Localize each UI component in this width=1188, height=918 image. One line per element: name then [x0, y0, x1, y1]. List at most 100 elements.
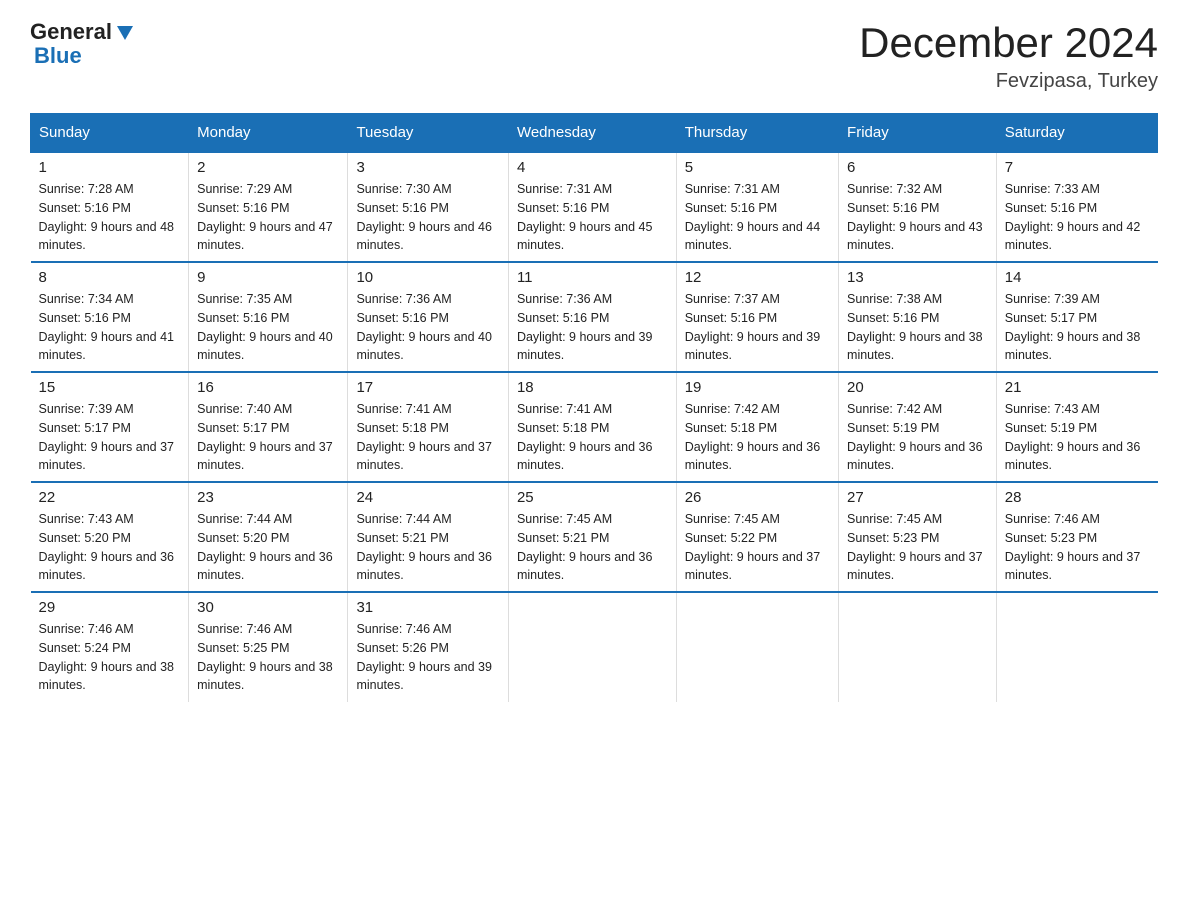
week-row-2: 8 Sunrise: 7:34 AM Sunset: 5:16 PM Dayli… [31, 262, 1158, 372]
weekday-header-row: SundayMondayTuesdayWednesdayThursdayFrid… [31, 114, 1158, 153]
day-cell: 15 Sunrise: 7:39 AM Sunset: 5:17 PM Dayl… [31, 372, 189, 482]
day-cell: 22 Sunrise: 7:43 AM Sunset: 5:20 PM Dayl… [31, 482, 189, 592]
day-number: 4 [517, 159, 668, 176]
day-cell [508, 592, 676, 702]
day-number: 13 [847, 269, 988, 286]
weekday-header-friday: Friday [839, 114, 997, 153]
day-info: Sunrise: 7:30 AM Sunset: 5:16 PM Dayligh… [356, 180, 500, 255]
day-cell: 18 Sunrise: 7:41 AM Sunset: 5:18 PM Dayl… [508, 372, 676, 482]
day-cell: 17 Sunrise: 7:41 AM Sunset: 5:18 PM Dayl… [348, 372, 509, 482]
week-row-3: 15 Sunrise: 7:39 AM Sunset: 5:17 PM Dayl… [31, 372, 1158, 482]
day-info: Sunrise: 7:46 AM Sunset: 5:25 PM Dayligh… [197, 620, 339, 695]
day-number: 11 [517, 269, 668, 286]
day-info: Sunrise: 7:44 AM Sunset: 5:21 PM Dayligh… [356, 510, 500, 585]
day-info: Sunrise: 7:34 AM Sunset: 5:16 PM Dayligh… [39, 290, 181, 365]
day-info: Sunrise: 7:46 AM Sunset: 5:24 PM Dayligh… [39, 620, 181, 695]
day-number: 18 [517, 379, 668, 396]
day-cell: 11 Sunrise: 7:36 AM Sunset: 5:16 PM Dayl… [508, 262, 676, 372]
day-info: Sunrise: 7:42 AM Sunset: 5:18 PM Dayligh… [685, 400, 830, 475]
day-info: Sunrise: 7:45 AM Sunset: 5:21 PM Dayligh… [517, 510, 668, 585]
day-number: 21 [1005, 379, 1150, 396]
day-number: 17 [356, 379, 500, 396]
day-number: 1 [39, 159, 181, 176]
day-number: 22 [39, 489, 181, 506]
day-cell: 9 Sunrise: 7:35 AM Sunset: 5:16 PM Dayli… [189, 262, 348, 372]
calendar-body: 1 Sunrise: 7:28 AM Sunset: 5:16 PM Dayli… [31, 152, 1158, 702]
day-info: Sunrise: 7:31 AM Sunset: 5:16 PM Dayligh… [685, 180, 830, 255]
day-cell [839, 592, 997, 702]
day-cell: 25 Sunrise: 7:45 AM Sunset: 5:21 PM Dayl… [508, 482, 676, 592]
day-cell: 12 Sunrise: 7:37 AM Sunset: 5:16 PM Dayl… [676, 262, 838, 372]
day-cell: 20 Sunrise: 7:42 AM Sunset: 5:19 PM Dayl… [839, 372, 997, 482]
day-number: 26 [685, 489, 830, 506]
day-info: Sunrise: 7:46 AM Sunset: 5:23 PM Dayligh… [1005, 510, 1150, 585]
logo: General Blue [30, 20, 136, 68]
day-info: Sunrise: 7:36 AM Sunset: 5:16 PM Dayligh… [517, 290, 668, 365]
day-info: Sunrise: 7:35 AM Sunset: 5:16 PM Dayligh… [197, 290, 339, 365]
day-info: Sunrise: 7:40 AM Sunset: 5:17 PM Dayligh… [197, 400, 339, 475]
day-number: 30 [197, 599, 339, 616]
day-info: Sunrise: 7:38 AM Sunset: 5:16 PM Dayligh… [847, 290, 988, 365]
day-cell [996, 592, 1157, 702]
day-info: Sunrise: 7:44 AM Sunset: 5:20 PM Dayligh… [197, 510, 339, 585]
page-header: General Blue December 2024 Fevzipasa, Tu… [30, 20, 1158, 93]
day-cell: 2 Sunrise: 7:29 AM Sunset: 5:16 PM Dayli… [189, 152, 348, 262]
day-info: Sunrise: 7:43 AM Sunset: 5:20 PM Dayligh… [39, 510, 181, 585]
day-number: 31 [356, 599, 500, 616]
day-cell: 5 Sunrise: 7:31 AM Sunset: 5:16 PM Dayli… [676, 152, 838, 262]
day-cell: 24 Sunrise: 7:44 AM Sunset: 5:21 PM Dayl… [348, 482, 509, 592]
day-info: Sunrise: 7:28 AM Sunset: 5:16 PM Dayligh… [39, 180, 181, 255]
day-info: Sunrise: 7:41 AM Sunset: 5:18 PM Dayligh… [517, 400, 668, 475]
day-cell: 6 Sunrise: 7:32 AM Sunset: 5:16 PM Dayli… [839, 152, 997, 262]
weekday-header-monday: Monday [189, 114, 348, 153]
day-number: 20 [847, 379, 988, 396]
day-cell: 19 Sunrise: 7:42 AM Sunset: 5:18 PM Dayl… [676, 372, 838, 482]
day-cell: 16 Sunrise: 7:40 AM Sunset: 5:17 PM Dayl… [189, 372, 348, 482]
day-cell [676, 592, 838, 702]
weekday-header-saturday: Saturday [996, 114, 1157, 153]
day-number: 2 [197, 159, 339, 176]
day-number: 3 [356, 159, 500, 176]
day-info: Sunrise: 7:31 AM Sunset: 5:16 PM Dayligh… [517, 180, 668, 255]
day-number: 28 [1005, 489, 1150, 506]
logo-general-text: General [30, 20, 112, 44]
day-cell: 13 Sunrise: 7:38 AM Sunset: 5:16 PM Dayl… [839, 262, 997, 372]
weekday-header-wednesday: Wednesday [508, 114, 676, 153]
day-info: Sunrise: 7:39 AM Sunset: 5:17 PM Dayligh… [39, 400, 181, 475]
day-number: 5 [685, 159, 830, 176]
day-number: 6 [847, 159, 988, 176]
day-info: Sunrise: 7:42 AM Sunset: 5:19 PM Dayligh… [847, 400, 988, 475]
day-number: 9 [197, 269, 339, 286]
week-row-4: 22 Sunrise: 7:43 AM Sunset: 5:20 PM Dayl… [31, 482, 1158, 592]
day-info: Sunrise: 7:43 AM Sunset: 5:19 PM Dayligh… [1005, 400, 1150, 475]
day-info: Sunrise: 7:32 AM Sunset: 5:16 PM Dayligh… [847, 180, 988, 255]
day-number: 15 [39, 379, 181, 396]
day-number: 12 [685, 269, 830, 286]
day-cell: 1 Sunrise: 7:28 AM Sunset: 5:16 PM Dayli… [31, 152, 189, 262]
day-number: 8 [39, 269, 181, 286]
day-number: 27 [847, 489, 988, 506]
day-cell: 23 Sunrise: 7:44 AM Sunset: 5:20 PM Dayl… [189, 482, 348, 592]
day-cell: 3 Sunrise: 7:30 AM Sunset: 5:16 PM Dayli… [348, 152, 509, 262]
logo-blue-text: Blue [34, 44, 82, 68]
month-title: December 2024 [859, 20, 1158, 66]
weekday-header-sunday: Sunday [31, 114, 189, 153]
week-row-5: 29 Sunrise: 7:46 AM Sunset: 5:24 PM Dayl… [31, 592, 1158, 702]
day-info: Sunrise: 7:39 AM Sunset: 5:17 PM Dayligh… [1005, 290, 1150, 365]
day-info: Sunrise: 7:46 AM Sunset: 5:26 PM Dayligh… [356, 620, 500, 695]
title-section: December 2024 Fevzipasa, Turkey [859, 20, 1158, 93]
day-number: 24 [356, 489, 500, 506]
day-cell: 4 Sunrise: 7:31 AM Sunset: 5:16 PM Dayli… [508, 152, 676, 262]
day-number: 14 [1005, 269, 1150, 286]
day-number: 29 [39, 599, 181, 616]
day-number: 19 [685, 379, 830, 396]
day-info: Sunrise: 7:29 AM Sunset: 5:16 PM Dayligh… [197, 180, 339, 255]
logo-icon: General Blue [30, 20, 136, 68]
weekday-header-tuesday: Tuesday [348, 114, 509, 153]
day-info: Sunrise: 7:36 AM Sunset: 5:16 PM Dayligh… [356, 290, 500, 365]
day-info: Sunrise: 7:41 AM Sunset: 5:18 PM Dayligh… [356, 400, 500, 475]
day-info: Sunrise: 7:33 AM Sunset: 5:16 PM Dayligh… [1005, 180, 1150, 255]
day-cell: 7 Sunrise: 7:33 AM Sunset: 5:16 PM Dayli… [996, 152, 1157, 262]
day-cell: 30 Sunrise: 7:46 AM Sunset: 5:25 PM Dayl… [189, 592, 348, 702]
day-cell: 14 Sunrise: 7:39 AM Sunset: 5:17 PM Dayl… [996, 262, 1157, 372]
